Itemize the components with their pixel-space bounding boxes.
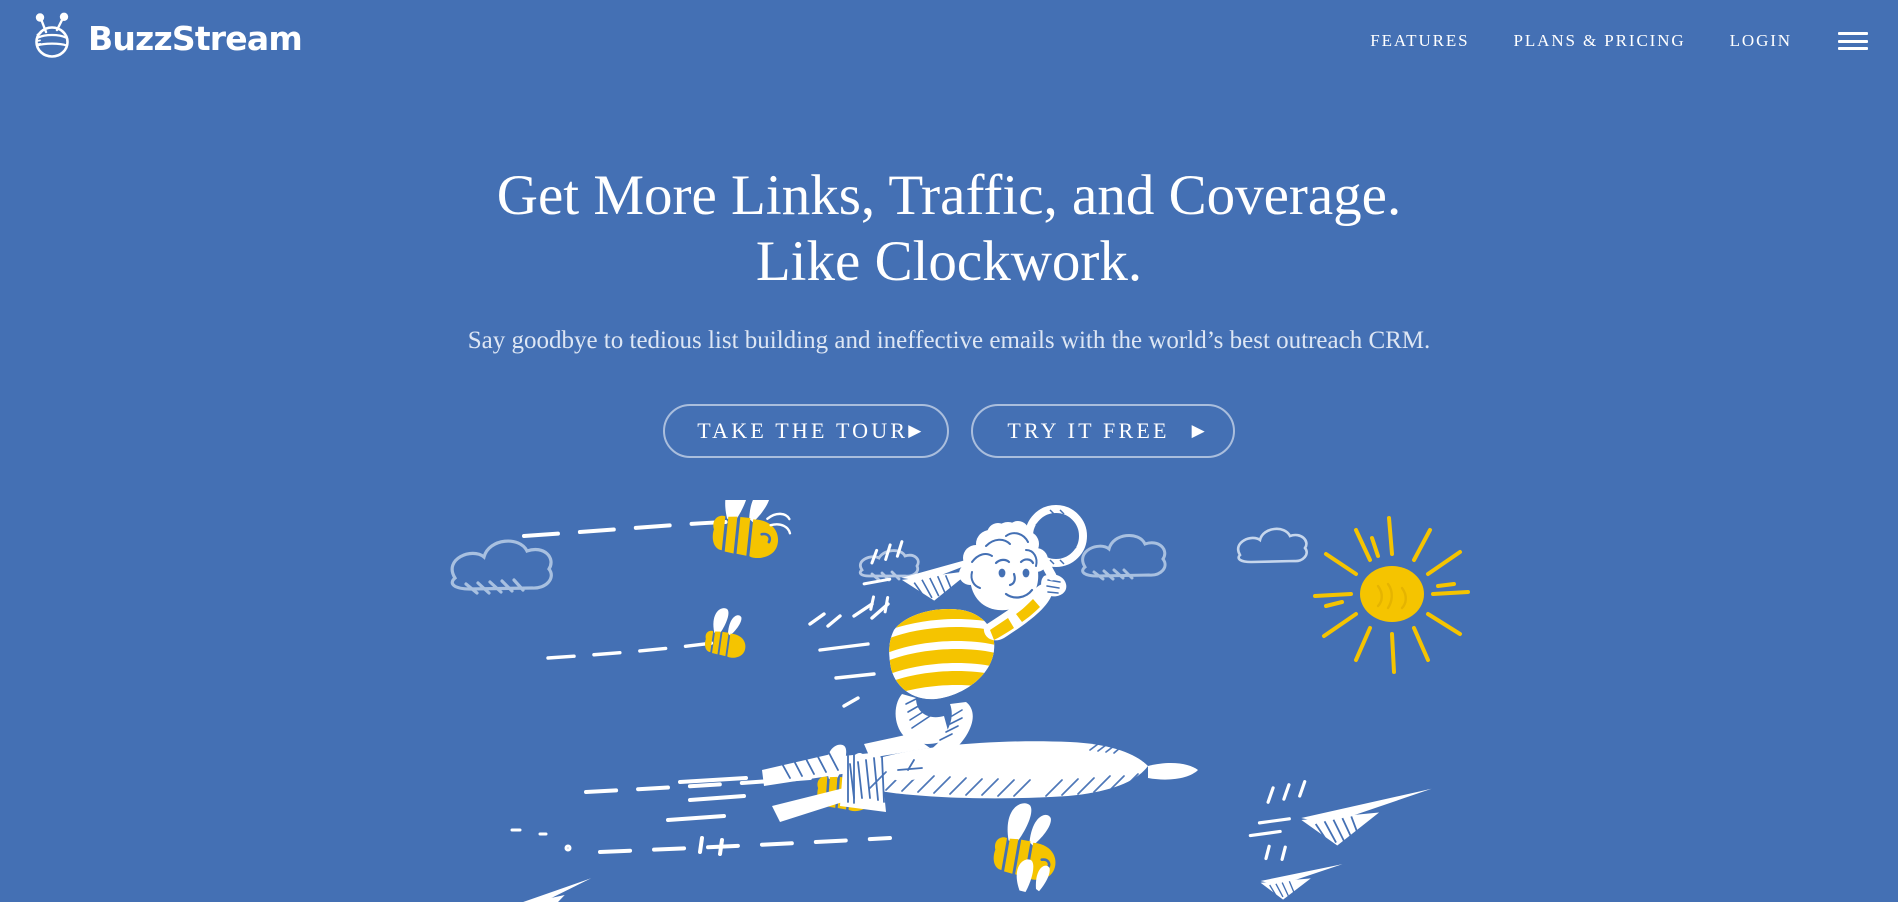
- nav-link-plans-pricing[interactable]: PLANS & PRICING: [1492, 0, 1708, 82]
- dashed-trail: [546, 640, 722, 660]
- main-navigation: FEATURES PLANS & PRICING LOGIN: [1348, 0, 1868, 82]
- try-it-free-button[interactable]: TRY IT FREE ▶: [971, 404, 1235, 458]
- bee-icon: [30, 12, 82, 65]
- hero-cta-group: TAKE THE TOUR ▶ TRY IT FREE ▶: [0, 404, 1898, 458]
- take-the-tour-button[interactable]: TAKE THE TOUR ▶: [663, 404, 950, 458]
- dashed-trail: [510, 828, 572, 852]
- cloud-icon: [450, 539, 553, 595]
- dashed-trail: [584, 776, 812, 794]
- logo-link[interactable]: BuzzStream: [30, 12, 303, 65]
- hero-title-line-1: Get More Links, Traffic, and Coverage.: [496, 164, 1402, 227]
- hero-subtitle: Say goodbye to tedious list building and…: [467, 327, 1431, 354]
- hamburger-bar: [1838, 32, 1868, 35]
- magnifying-glass-icon: [1025, 505, 1087, 581]
- hamburger-bar: [1838, 39, 1868, 43]
- page-title: Get More Links, Traffic, and Coverage. L…: [0, 163, 1898, 295]
- paper-airplane-icon: [1260, 864, 1343, 900]
- nav-link-features[interactable]: FEATURES: [1348, 0, 1491, 82]
- dashed-trail: [522, 520, 728, 538]
- paper-airplane-icon: [521, 878, 592, 902]
- take-the-tour-label: TAKE THE TOUR: [697, 418, 909, 443]
- hero-title-line-2: Like Clockwork.: [755, 230, 1143, 293]
- bee-icon: [817, 744, 873, 812]
- cloud-icon: [858, 549, 920, 582]
- bee-icon: [993, 803, 1056, 880]
- hamburger-bar: [1838, 47, 1868, 50]
- rocket-icon: [666, 734, 1198, 856]
- rocket-with-rider: [666, 505, 1198, 856]
- hero-section: Get More Links, Traffic, and Coverage. L…: [0, 0, 1898, 902]
- dashed-trail: [598, 836, 892, 854]
- cloud-icon: [1236, 527, 1308, 564]
- hero-illustration: [0, 500, 1898, 902]
- try-it-free-label: TRY IT FREE: [1007, 418, 1170, 443]
- cloud-icon: [1081, 534, 1167, 581]
- play-arrow-icon: ▶: [908, 420, 922, 440]
- nav-link-login[interactable]: LOGIN: [1708, 0, 1814, 82]
- logo-text: BuzzStream: [88, 19, 303, 58]
- site-header: BuzzStream FEATURES PLANS & PRICING LOGI…: [0, 0, 1898, 82]
- hamburger-menu-icon[interactable]: [1838, 29, 1868, 53]
- bee-icon: [712, 500, 792, 559]
- paper-airplane-icon: [1248, 780, 1432, 861]
- play-arrow-icon: ▶: [1191, 420, 1205, 440]
- boy-rider: [808, 505, 1087, 781]
- bee-icon: [1016, 859, 1050, 892]
- sun-icon: [1313, 516, 1470, 674]
- bee-icon: [704, 608, 746, 658]
- paper-airplane-icon: [862, 540, 1017, 614]
